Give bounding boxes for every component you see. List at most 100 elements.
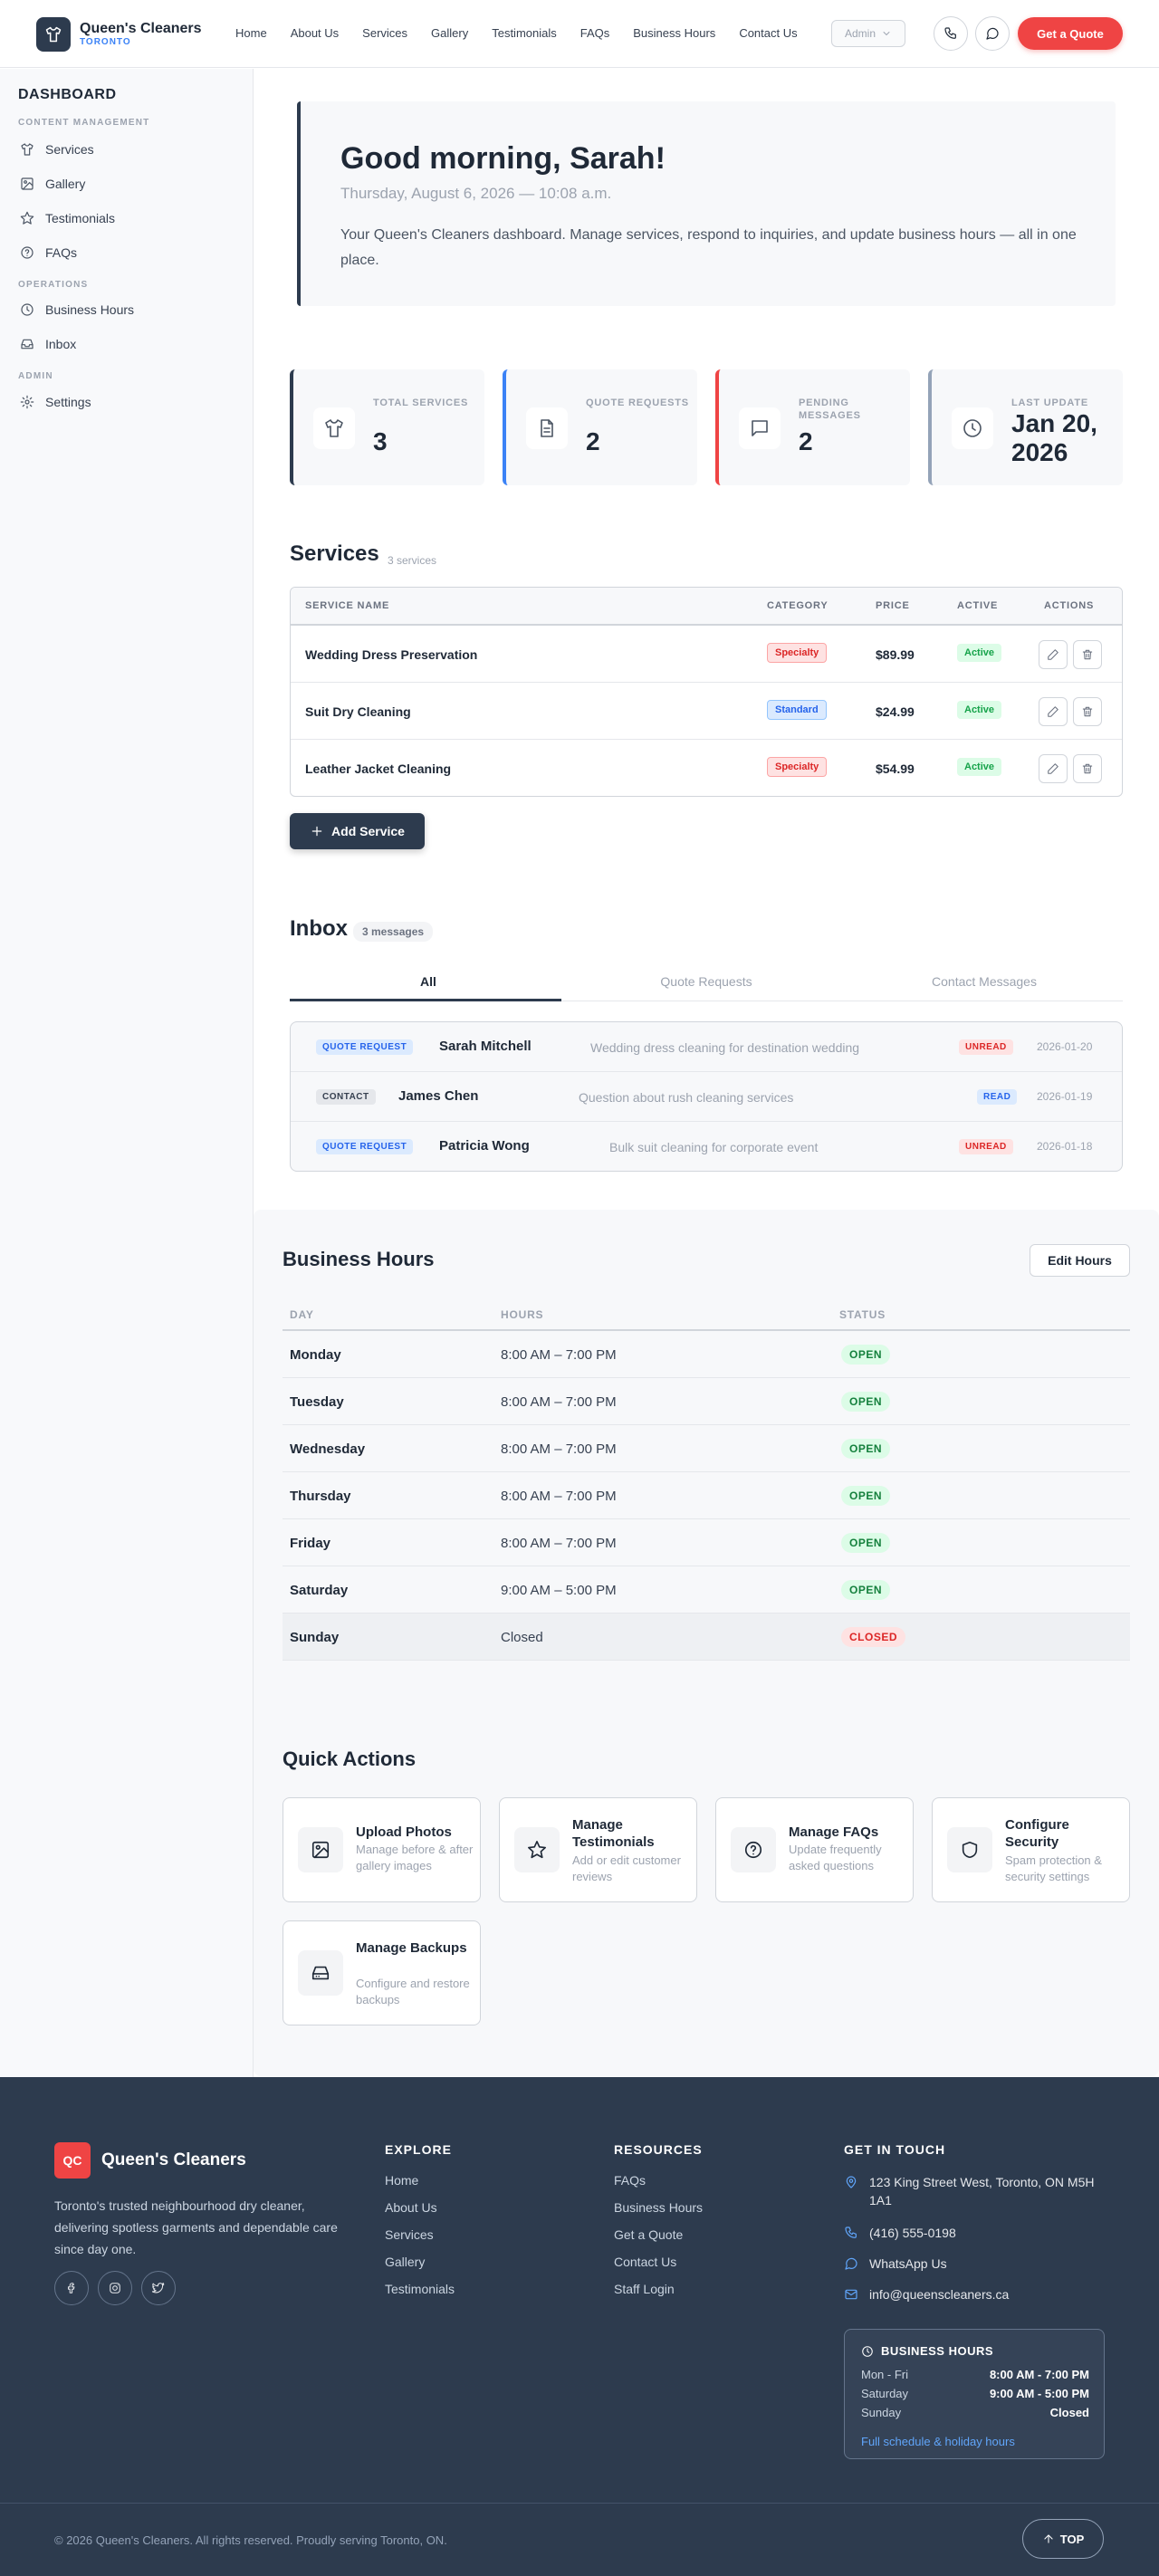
list-item[interactable]: QUOTE REQUEST Patricia Wong Bulk suit cl… <box>291 1122 1122 1171</box>
edit-button[interactable] <box>1039 754 1068 783</box>
mail-icon <box>845 2289 857 2300</box>
main-nav: Home About Us Services Gallery Testimoni… <box>235 25 821 42</box>
list-item[interactable]: CONTACT James Chen Question about rush c… <box>291 1072 1122 1122</box>
clock-icon <box>862 2345 873 2357</box>
quick-action-manage-backups[interactable]: Manage Backups Configure and restore bac… <box>283 1920 481 2025</box>
service-name: Leather Jacket Cleaning <box>305 761 452 776</box>
message-type-badge: CONTACT <box>316 1089 376 1105</box>
footer-link-contact[interactable]: Contact Us <box>614 2255 676 2269</box>
table-row: Wedding Dress Preservation Specialty $89… <box>291 626 1122 683</box>
sidebar-item-services[interactable]: Services <box>20 142 94 157</box>
admin-dropdown[interactable]: Admin <box>831 20 905 47</box>
tab-quote-requests[interactable]: Quote Requests <box>568 974 845 989</box>
sidebar-item-faqs[interactable]: FAQs <box>20 245 77 260</box>
chat-button[interactable] <box>975 16 1010 51</box>
shield-icon <box>947 1827 992 1872</box>
table-row: Monday 8:00 AM – 7:00 PM OPEN <box>283 1331 1130 1378</box>
footer-link-staff-login[interactable]: Staff Login <box>614 2282 675 2296</box>
category-badge: Specialty <box>767 643 828 663</box>
clock-icon <box>952 407 993 449</box>
quick-action-configure-security[interactable]: Configure Security Spam protection & sec… <box>932 1797 1130 1902</box>
edit-button[interactable] <box>1039 697 1068 726</box>
table-row: Suit Dry Cleaning Standard $24.99 Active <box>291 683 1122 740</box>
footer-link-services[interactable]: Services <box>385 2227 434 2242</box>
footer-address[interactable]: 123 King Street West, Toronto, ON M5H 1A… <box>844 2173 1116 2209</box>
quick-action-upload-photos[interactable]: Upload Photos Manage before & after gall… <box>283 1797 481 1902</box>
nav-business-hours[interactable]: Business Hours <box>633 25 715 42</box>
help-circle-icon <box>731 1827 776 1872</box>
list-item[interactable]: QUOTE REQUEST Sarah Mitchell Wedding dre… <box>291 1022 1122 1072</box>
add-service-button[interactable]: Add Service <box>290 813 425 849</box>
back-to-top-button[interactable]: TOP <box>1022 2519 1104 2559</box>
greeting-description: Your Queen's Cleaners dashboard. Manage … <box>340 227 1077 268</box>
table-row: Saturday 9:00 AM – 5:00 PM OPEN <box>283 1566 1130 1614</box>
footer-divider <box>0 2503 1159 2504</box>
footer-link-about[interactable]: About Us <box>385 2200 437 2215</box>
greeting-card: Good morning, Sarah! Thursday, August 6,… <box>297 101 1116 306</box>
footer-link-get-quote[interactable]: Get a Quote <box>614 2227 683 2242</box>
footer-link-home[interactable]: Home <box>385 2173 418 2188</box>
message-date: 2026-01-20 <box>1037 1040 1093 1053</box>
quick-action-manage-faqs[interactable]: Manage FAQs Update frequently asked ques… <box>715 1797 914 1902</box>
whatsapp-text: WhatsApp Us <box>869 2256 947 2271</box>
footer-phone[interactable]: (416) 555-0198 <box>844 2224 1116 2242</box>
services-table: SERVICE NAME CATEGORY PRICE ACTIVE ACTIO… <box>290 587 1123 797</box>
nav-about[interactable]: About Us <box>291 25 339 42</box>
delete-button[interactable] <box>1073 640 1102 669</box>
delete-button[interactable] <box>1073 754 1102 783</box>
nav-gallery[interactable]: Gallery <box>431 25 468 42</box>
message-type-badge: QUOTE REQUEST <box>316 1039 414 1055</box>
stat-value: 2 <box>799 427 813 455</box>
instagram-link[interactable] <box>98 2271 132 2305</box>
inbox-count: 3 messages <box>353 922 434 942</box>
get-quote-button[interactable]: Get a Quote <box>1018 17 1123 50</box>
sidebar-item-label: Testimonials <box>45 211 116 225</box>
nav-faqs[interactable]: FAQs <box>580 25 610 42</box>
table-row: Sunday Closed CLOSED <box>283 1614 1130 1661</box>
edit-button[interactable] <box>1039 640 1068 669</box>
footer-link-faqs[interactable]: FAQs <box>614 2173 646 2188</box>
footer-link-testimonials[interactable]: Testimonials <box>385 2282 455 2296</box>
chevron-down-icon <box>883 32 890 35</box>
sidebar-item-gallery[interactable]: Gallery <box>20 177 85 191</box>
footer-link-gallery[interactable]: Gallery <box>385 2255 425 2269</box>
footer-logo[interactable]: QC Queen's Cleaners <box>54 2142 246 2179</box>
facebook-link[interactable] <box>54 2271 89 2305</box>
column-header: ACTIVE <box>957 600 999 611</box>
hours-title: Business Hours <box>283 1248 435 1270</box>
phone-text: (416) 555-0198 <box>869 2226 956 2240</box>
footer-whatsapp[interactable]: WhatsApp Us <box>844 2255 1116 2273</box>
facebook-icon <box>67 2283 75 2294</box>
tab-contact-messages[interactable]: Contact Messages <box>846 974 1123 989</box>
inbox-list: QUOTE REQUEST Sarah Mitchell Wedding dre… <box>290 1021 1123 1172</box>
phone-button[interactable] <box>934 16 968 51</box>
brand-logo[interactable]: Queen's Cleaners TORONTO <box>36 17 202 52</box>
delete-button[interactable] <box>1073 697 1102 726</box>
quick-action-title: Manage Testimonials <box>572 1817 655 1850</box>
sidebar-item-testimonials[interactable]: Testimonials <box>20 211 115 225</box>
quick-action-manage-testimonials[interactable]: Manage Testimonials Add or edit customer… <box>499 1797 697 1902</box>
edit-hours-button[interactable]: Edit Hours <box>1030 1244 1130 1277</box>
sidebar-item-settings[interactable]: Settings <box>20 395 91 409</box>
dashboard-sidebar: DASHBOARD CONTENT MANAGEMENT Services Ga… <box>0 69 254 2077</box>
message-sender: Patricia Wong <box>439 1138 530 1154</box>
day-hours: 8:00 AM – 7:00 PM <box>501 1394 617 1410</box>
footer-link-business-hours[interactable]: Business Hours <box>614 2200 703 2215</box>
top-label: TOP <box>1059 2532 1085 2546</box>
footer-email[interactable]: info@queenscleaners.ca <box>844 2285 1116 2303</box>
full-schedule-link[interactable]: Full schedule & holiday hours <box>861 2435 1015 2448</box>
nav-services[interactable]: Services <box>362 25 407 42</box>
sidebar-item-business-hours[interactable]: Business Hours <box>20 302 134 317</box>
greeting-title: Good morning, Sarah! <box>340 141 666 176</box>
tab-all[interactable]: All <box>290 974 567 989</box>
nav-testimonials[interactable]: Testimonials <box>492 25 557 42</box>
sidebar-item-inbox[interactable]: Inbox <box>20 337 76 351</box>
phone-icon <box>845 2226 857 2238</box>
day-hours: 8:00 AM – 7:00 PM <box>501 1441 617 1457</box>
nav-contact[interactable]: Contact Us <box>739 25 797 42</box>
twitter-link[interactable] <box>141 2271 176 2305</box>
service-name: Suit Dry Cleaning <box>305 704 411 719</box>
stat-card-quote-requests: QUOTE REQUESTS 2 <box>503 369 697 485</box>
day-hours: 8:00 AM – 7:00 PM <box>501 1347 617 1363</box>
nav-home[interactable]: Home <box>235 25 267 42</box>
